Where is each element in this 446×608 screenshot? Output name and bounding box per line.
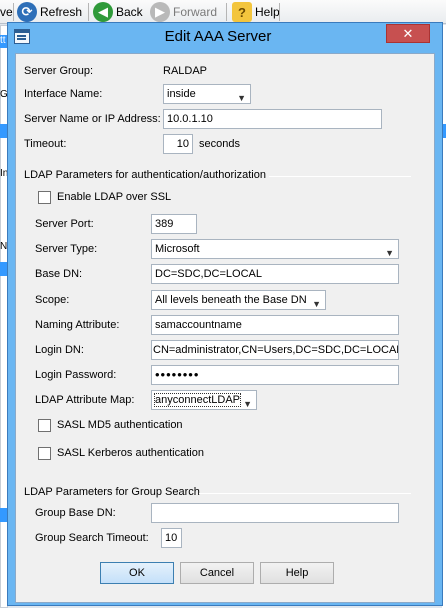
scope-label: Scope: [35, 294, 70, 306]
toolbar-separator [279, 3, 280, 21]
refresh-label: Refresh [40, 5, 83, 19]
help-button[interactable]: Help [260, 562, 334, 584]
naming-attribute-label: Naming Attribute: [35, 319, 120, 331]
refresh-button[interactable]: ⟳ Refresh [17, 0, 82, 24]
scope-value: All levels beneath the Base DN [155, 294, 307, 306]
server-port-label: Server Port: [35, 218, 94, 230]
edit-aaa-server-dialog: Edit AAA Server ✕ Server Group: RALDAP I… [7, 22, 443, 606]
base-dn-input[interactable]: DC=SDC,DC=LOCAL [151, 264, 399, 284]
sasl-kerberos-label: SASL Kerberos authentication [57, 447, 204, 459]
server-name-input[interactable]: 10.0.1.10 [163, 109, 382, 129]
background-selected-row [0, 262, 7, 276]
timeout-unit: seconds [199, 138, 240, 150]
server-group-label: Server Group: [24, 65, 94, 77]
forward-arrow-icon: ▶ [150, 2, 170, 22]
toolbar-fragment: ve [0, 0, 13, 24]
ldap-attribute-map-label: LDAP Attribute Map: [35, 394, 135, 406]
group-search-timeout-label: Group Search Timeout: [35, 532, 149, 544]
ldap-attribute-map-value: anyconnectLDAP [154, 393, 241, 407]
timeout-input[interactable]: 10 [163, 134, 193, 154]
close-button[interactable]: ✕ [386, 24, 430, 43]
help-toolbar-label: Help [255, 5, 280, 19]
naming-attribute-input[interactable]: samaccountname [151, 315, 399, 335]
cancel-button[interactable]: Cancel [180, 562, 254, 584]
background-fragment: tt [0, 35, 6, 46]
login-password-label: Login Password: [35, 369, 117, 381]
chevron-down-icon: ▼ [385, 248, 394, 258]
chevron-down-icon: ▼ [243, 399, 252, 409]
group-base-dn-input[interactable] [151, 503, 399, 523]
server-type-label: Server Type: [35, 243, 98, 255]
server-name-label: Server Name or IP Address: [24, 113, 161, 125]
group-base-dn-label: Group Base DN: [35, 507, 116, 519]
toolbar-separator [226, 3, 227, 21]
login-password-input[interactable]: •••••••• [151, 365, 399, 385]
interface-name-select[interactable]: inside ▼ [163, 84, 251, 104]
interface-name-value: inside [167, 88, 196, 100]
sasl-kerberos-checkbox[interactable] [38, 447, 51, 460]
enable-ldap-ssl-label: Enable LDAP over SSL [57, 191, 172, 203]
section-divider [269, 176, 411, 177]
help-toolbar-button[interactable]: ? Help [232, 0, 280, 24]
interface-name-label: Interface Name: [24, 88, 103, 100]
login-dn-input[interactable]: CN=administrator,CN=Users,DC=SDC,DC=LOCA… [151, 340, 399, 360]
background-toolbar: ve ⟳ Refresh ◀ Back ▶ Forward ? Help [0, 0, 446, 24]
server-type-select[interactable]: Microsoft ▼ [151, 239, 399, 259]
dialog-title-bar[interactable]: Edit AAA Server ✕ [8, 23, 442, 51]
forward-label: Forward [173, 5, 218, 19]
server-type-value: Microsoft [155, 243, 200, 255]
server-port-input[interactable]: 389 [151, 214, 197, 234]
section-divider [199, 493, 411, 494]
dialog-body: Server Group: RALDAP Interface Name: ins… [15, 53, 435, 603]
refresh-icon: ⟳ [17, 2, 37, 22]
dialog-title: Edit AAA Server [164, 28, 272, 45]
base-dn-label: Base DN: [35, 268, 83, 280]
background-selected-row [0, 124, 7, 138]
forward-button[interactable]: ▶ Forward [150, 0, 217, 24]
ldap-auth-section-title: LDAP Parameters for authentication/autho… [24, 169, 266, 181]
chevron-down-icon: ▼ [237, 93, 246, 103]
toolbar-fragment-label: ve [0, 5, 13, 19]
toolbar-separator [88, 3, 89, 21]
ldap-attribute-map-select[interactable]: anyconnectLDAP ▼ [151, 390, 257, 410]
server-group-value: RALDAP [163, 65, 208, 77]
sasl-md5-checkbox[interactable] [38, 419, 51, 432]
close-icon: ✕ [402, 25, 414, 41]
back-arrow-icon: ◀ [93, 2, 113, 22]
back-label: Back [116, 5, 143, 19]
background-selected-row [0, 508, 7, 522]
scope-select[interactable]: All levels beneath the Base DN ▼ [151, 290, 326, 310]
group-search-section-title: LDAP Parameters for Group Search [24, 486, 200, 498]
login-dn-label: Login DN: [35, 344, 84, 356]
timeout-label: Timeout: [24, 138, 67, 150]
group-search-timeout-input[interactable]: 10 [161, 528, 182, 548]
sasl-md5-label: SASL MD5 authentication [57, 419, 183, 431]
back-button[interactable]: ◀ Back [93, 0, 143, 24]
toolbar-separator [13, 3, 14, 21]
chevron-down-icon: ▼ [312, 299, 321, 309]
enable-ldap-ssl-checkbox[interactable] [38, 191, 51, 204]
ok-button[interactable]: OK [100, 562, 174, 584]
help-question-icon: ? [232, 2, 252, 22]
